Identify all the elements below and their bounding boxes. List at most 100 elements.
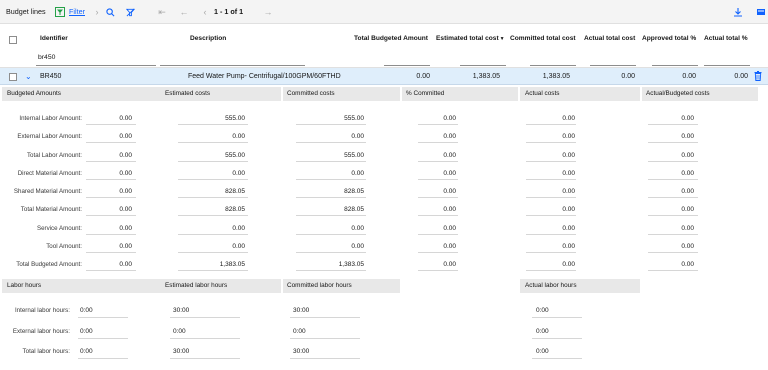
value-underline: [78, 338, 128, 339]
amount-actual-budgeted-value: 0.00: [681, 206, 694, 213]
row-total-budgeted: 0.00: [416, 73, 430, 80]
actual-pct-filter-input[interactable]: [704, 65, 750, 66]
estimated-total-filter-input[interactable]: [460, 65, 506, 66]
expand-chevron-icon[interactable]: ⌄: [25, 68, 32, 85]
settings-icon[interactable]: [755, 6, 767, 18]
value-underline: [648, 270, 698, 271]
value-underline: [296, 252, 366, 253]
value-underline: [178, 234, 248, 235]
previous-page-icon[interactable]: ←: [178, 6, 190, 18]
committed-labor-hours-header: Committed labor hours: [287, 282, 352, 289]
value-underline: [86, 179, 136, 180]
amount-actual-budgeted-value: 0.00: [681, 133, 694, 140]
filter-icon[interactable]: [54, 6, 66, 18]
column-actual-total[interactable]: Actual total cost: [584, 35, 635, 42]
filter-link[interactable]: Filter: [66, 0, 85, 24]
value-underline: [418, 252, 458, 253]
value-underline: [86, 270, 136, 271]
value-underline: [86, 197, 136, 198]
amount-pct-value: 0.00: [443, 225, 456, 232]
value-underline: [290, 358, 360, 359]
actual-labor-hours-header: Actual labor hours: [525, 282, 577, 289]
chevron-right-icon[interactable]: ›: [91, 6, 103, 18]
value-underline: [178, 197, 248, 198]
value-underline: [296, 234, 366, 235]
identifier-filter-underline: [36, 65, 156, 66]
hours-labor-value: 0:00: [80, 307, 93, 314]
hours-estimated-value: 30:00: [173, 307, 190, 314]
prev-chevron-icon[interactable]: ‹: [199, 6, 211, 18]
amount-actual-value: 0.00: [562, 133, 575, 140]
value-underline: [526, 215, 576, 216]
amount-committed-value: 0.00: [351, 133, 364, 140]
value-underline: [532, 317, 582, 318]
estimated-labor-hours-header: Estimated labor hours: [165, 282, 228, 289]
value-underline: [170, 338, 240, 339]
amount-budgeted-value: 0.00: [119, 261, 132, 268]
amount-row-label: Service Amount:: [36, 225, 82, 232]
actual-total-filter-input[interactable]: [590, 65, 636, 66]
column-identifier[interactable]: Identifier: [40, 35, 68, 42]
select-all-checkbox[interactable]: [9, 36, 17, 44]
amount-actual-budgeted-value: 0.00: [681, 225, 694, 232]
value-underline: [418, 124, 458, 125]
column-actual-pct[interactable]: Actual total %: [704, 35, 748, 42]
value-underline: [178, 252, 248, 253]
value-underline: [648, 179, 698, 180]
column-committed-total[interactable]: Committed total cost: [510, 35, 576, 42]
value-underline: [178, 124, 248, 125]
sort-descending-icon: ▼: [499, 36, 505, 42]
amount-budgeted-value: 0.00: [119, 115, 132, 122]
column-description[interactable]: Description: [190, 35, 226, 42]
hours-labor-value: 0:00: [80, 328, 93, 335]
first-page-icon[interactable]: ⇤: [156, 6, 168, 18]
amount-row-label: Shared Material Amount:: [13, 188, 82, 195]
value-underline: [648, 215, 698, 216]
delete-trash-icon[interactable]: [754, 71, 762, 81]
committed-total-filter-input[interactable]: [530, 65, 576, 66]
value-underline: [178, 215, 248, 216]
table-row[interactable]: ⌄ BR450 Feed Water Pump- Centrifugal/100…: [0, 68, 768, 85]
amount-committed-value: 0.00: [351, 243, 364, 250]
amount-pct-value: 0.00: [443, 115, 456, 122]
description-filter-input[interactable]: [160, 65, 305, 66]
hours-actual-value: 0:00: [536, 328, 549, 335]
identifier-filter-input[interactable]: br450: [38, 54, 55, 61]
row-checkbox[interactable]: [9, 73, 17, 81]
value-underline: [178, 179, 248, 180]
row-identifier[interactable]: BR450: [40, 68, 61, 85]
amount-committed-value: 828.05: [344, 188, 364, 195]
value-underline: [178, 142, 248, 143]
hours-row-label: Total labor hours:: [22, 348, 70, 355]
approved-pct-filter-input[interactable]: [652, 65, 698, 66]
estimated-costs-header: Estimated costs: [165, 90, 211, 97]
column-total-budgeted[interactable]: Total Budgeted Amount: [354, 35, 428, 42]
clear-filter-icon[interactable]: [124, 6, 136, 18]
labor-hours-header: Labor hours: [7, 282, 42, 289]
amount-row-label: External Labor Amount:: [17, 133, 82, 140]
total-budgeted-filter-input[interactable]: [384, 65, 430, 66]
value-underline: [526, 270, 576, 271]
amount-estimated-value: 1,383.05: [219, 261, 245, 268]
value-underline: [86, 252, 136, 253]
next-page-icon[interactable]: →: [262, 6, 274, 18]
amount-row-label: Internal Labor Amount:: [19, 115, 82, 122]
value-underline: [86, 142, 136, 143]
amount-budgeted-value: 0.00: [119, 152, 132, 159]
amount-row-label: Total Labor Amount:: [26, 152, 82, 159]
value-underline: [296, 161, 366, 162]
column-estimated-total[interactable]: Estimated total cost▼: [436, 35, 505, 42]
amount-actual-budgeted-value: 0.00: [681, 261, 694, 268]
amount-pct-value: 0.00: [443, 170, 456, 177]
search-icon[interactable]: [104, 6, 116, 18]
download-icon[interactable]: [732, 6, 744, 18]
table-title: Budget lines: [6, 7, 46, 16]
row-actual-total: 0.00: [621, 73, 635, 80]
amount-row-label: Direct Material Amount:: [17, 170, 82, 177]
amount-actual-value: 0.00: [562, 115, 575, 122]
value-underline: [290, 317, 360, 318]
amount-estimated-value: 0.00: [232, 170, 245, 177]
amount-actual-budgeted-value: 0.00: [681, 152, 694, 159]
column-approved-pct[interactable]: Approved total %: [642, 35, 696, 42]
amount-actual-value: 0.00: [562, 243, 575, 250]
